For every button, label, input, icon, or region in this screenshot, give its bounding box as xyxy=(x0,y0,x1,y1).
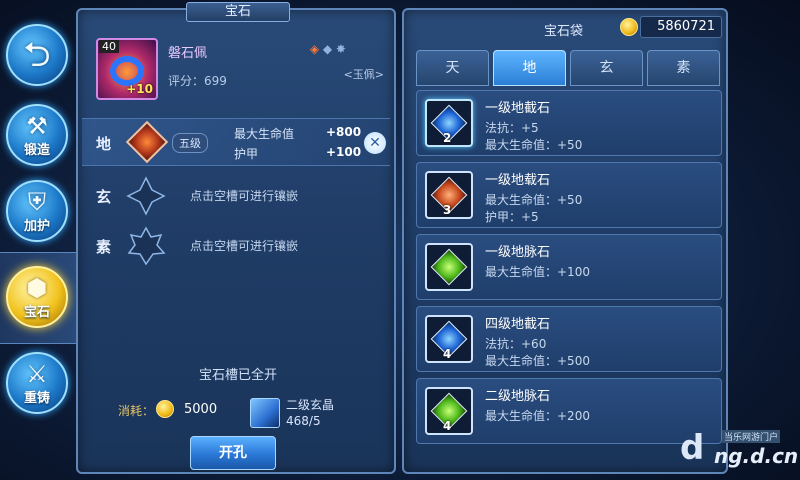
tab-tian[interactable]: 天 xyxy=(416,50,489,86)
gem-stat: 法抗：+5 xyxy=(485,121,539,135)
gem-type-tabs: 天 地 玄 素 xyxy=(416,50,720,86)
empty-slot-star-icon xyxy=(127,226,166,266)
item-level: 40 xyxy=(99,40,119,53)
gold-coin-icon xyxy=(620,18,638,36)
item-name: 磐石佩 xyxy=(168,46,208,61)
gem-item-icon xyxy=(425,243,473,291)
gold-coin-icon xyxy=(156,400,174,418)
cost-label: 消耗： xyxy=(118,404,155,418)
slot-earth[interactable]: 地 五级 最大生命值 +800 护甲 +100 ✕ xyxy=(82,118,390,166)
slot-label: 地 xyxy=(96,135,112,153)
recast-icon: ⚔ xyxy=(26,359,48,388)
nav-recast-label: 重铸 xyxy=(23,390,50,406)
nav-forge-button[interactable]: ⚒ 锻造 xyxy=(6,104,68,166)
gem-stat: 最大生命值：+50 xyxy=(485,138,583,152)
gem-list-item[interactable]: 2 一级地截石 法抗：+5 最大生命值：+50 xyxy=(416,90,722,156)
gem-count: 2 xyxy=(443,131,452,145)
tab-su[interactable]: 素 xyxy=(647,50,720,86)
gem-list-item[interactable]: 3 一级地载石 最大生命值：+50 护甲：+5 xyxy=(416,162,722,228)
panel-title: 宝石 xyxy=(186,2,290,22)
gem-bag-title: 宝石袋 xyxy=(544,24,584,39)
site-watermark: d 当乐网游门户 ng.d.cn xyxy=(680,418,800,480)
back-button[interactable]: ⮌ xyxy=(6,24,68,86)
gem-name: 四级地截石 xyxy=(485,317,551,332)
watermark-top-text: 当乐网游门户 xyxy=(722,430,781,443)
nav-gem-label: 宝石 xyxy=(23,304,50,320)
gem-count: 4 xyxy=(443,419,452,433)
slot-hint: 点击空槽可进行镶嵌 xyxy=(190,189,299,203)
all-slots-open-text: 宝石槽已全开 xyxy=(198,368,277,383)
slot-label: 玄 xyxy=(96,188,112,206)
slot-su[interactable]: 素 点击空槽可进行镶嵌 xyxy=(82,222,390,270)
stat-value: +800 xyxy=(326,125,362,139)
gem-bag-panel: 宝石袋 5860721 天 地 玄 素 2 一级地截石 法抗：+5 最大生命值：… xyxy=(402,8,728,474)
gem-count: 3 xyxy=(443,203,452,217)
gem-count: 4 xyxy=(443,347,452,361)
stat-value: +100 xyxy=(326,145,362,159)
crystal-icon xyxy=(250,398,280,428)
gem-list: 2 一级地截石 法抗：+5 最大生命值：+50 3 一级地载石 最大生命值：+5… xyxy=(416,90,722,468)
socket-marks-icon: ◈ ◆ ✸ xyxy=(309,42,346,56)
remove-gem-button[interactable]: ✕ xyxy=(364,132,386,154)
cost-amount: 5000 xyxy=(184,402,218,417)
orange-gem-icon xyxy=(125,120,169,164)
nav-recast-button[interactable]: ⚔ 重铸 xyxy=(6,352,68,414)
gem-list-item[interactable]: 一级地脉石 最大生命值：+100 xyxy=(416,234,722,300)
gem-icon: ⬢ xyxy=(26,273,48,302)
side-nav: ⮌ ⚒ 锻造 ⛨ 加护 ⬢ 宝石 ⚔ 重铸 xyxy=(0,0,78,480)
guard-icon: ⛨ xyxy=(28,187,46,216)
watermark-bottom-text: ng.d.cn xyxy=(714,444,799,468)
crystal-name: 二级玄晶 xyxy=(286,398,335,412)
item-type: <玉佩> xyxy=(343,68,384,81)
gem-item-icon: 4 xyxy=(425,387,473,435)
crystal-count: 468/5 xyxy=(286,414,321,428)
equipment-icon[interactable]: 40 +10 xyxy=(96,38,158,100)
gem-item-icon: 4 xyxy=(425,315,473,363)
forge-icon: ⚒ xyxy=(26,111,48,140)
gem-stat: 护甲：+5 xyxy=(485,210,539,224)
gem-name: 二级地脉石 xyxy=(485,389,551,404)
gem-stat: 最大生命值：+500 xyxy=(485,354,590,368)
item-score: 评分：699 xyxy=(168,74,227,88)
gem-list-item[interactable]: 4 二级地脉石 最大生命值：+200 xyxy=(416,378,722,444)
slot-hint: 点击空槽可进行镶嵌 xyxy=(190,239,299,253)
gem-list-item[interactable]: 4 四级地截石 法抗：+60 最大生命值：+500 xyxy=(416,306,722,372)
slot-xuan[interactable]: 玄 点击空槽可进行镶嵌 xyxy=(82,172,390,220)
nav-guard-button[interactable]: ⛨ 加护 xyxy=(6,180,68,242)
gem-item-icon: 3 xyxy=(425,171,473,219)
tab-di[interactable]: 地 xyxy=(493,50,566,86)
gem-stat: 最大生命值：+100 xyxy=(485,265,590,279)
empty-slot-star-icon xyxy=(126,176,166,216)
gem-name: 一级地截石 xyxy=(485,101,551,116)
gem-grade-badge: 五级 xyxy=(172,133,208,153)
gem-item-icon: 2 xyxy=(425,99,473,147)
gem-stat: 最大生命值：+200 xyxy=(485,409,590,423)
item-enhance-level: +10 xyxy=(126,82,153,96)
gem-name: 一级地载石 xyxy=(485,173,551,188)
nav-forge-label: 锻造 xyxy=(23,142,50,158)
gem-socket-panel: 宝石 40 +10 磐石佩 评分：699 ◈ ◆ ✸ <玉佩> 地 五级 最大生… xyxy=(76,2,396,474)
back-arrow-icon: ⮌ xyxy=(23,35,51,75)
gem-stat: 法抗：+60 xyxy=(485,337,547,351)
tab-xuan[interactable]: 玄 xyxy=(570,50,643,86)
green-gem-icon xyxy=(430,248,468,286)
nav-gem-button[interactable]: ⬢ 宝石 xyxy=(6,266,68,328)
gem-name: 一级地脉石 xyxy=(485,245,551,260)
slot-label: 素 xyxy=(96,238,112,256)
stat-name: 最大生命值 xyxy=(234,127,295,141)
gem-stat: 最大生命值：+50 xyxy=(485,193,583,207)
gold-amount: 5860721 xyxy=(640,16,722,38)
open-socket-button[interactable]: 开孔 xyxy=(190,436,276,470)
nav-guard-label: 加护 xyxy=(23,218,50,234)
watermark-logo-icon: d xyxy=(680,428,705,468)
stat-name: 护甲 xyxy=(234,147,259,161)
